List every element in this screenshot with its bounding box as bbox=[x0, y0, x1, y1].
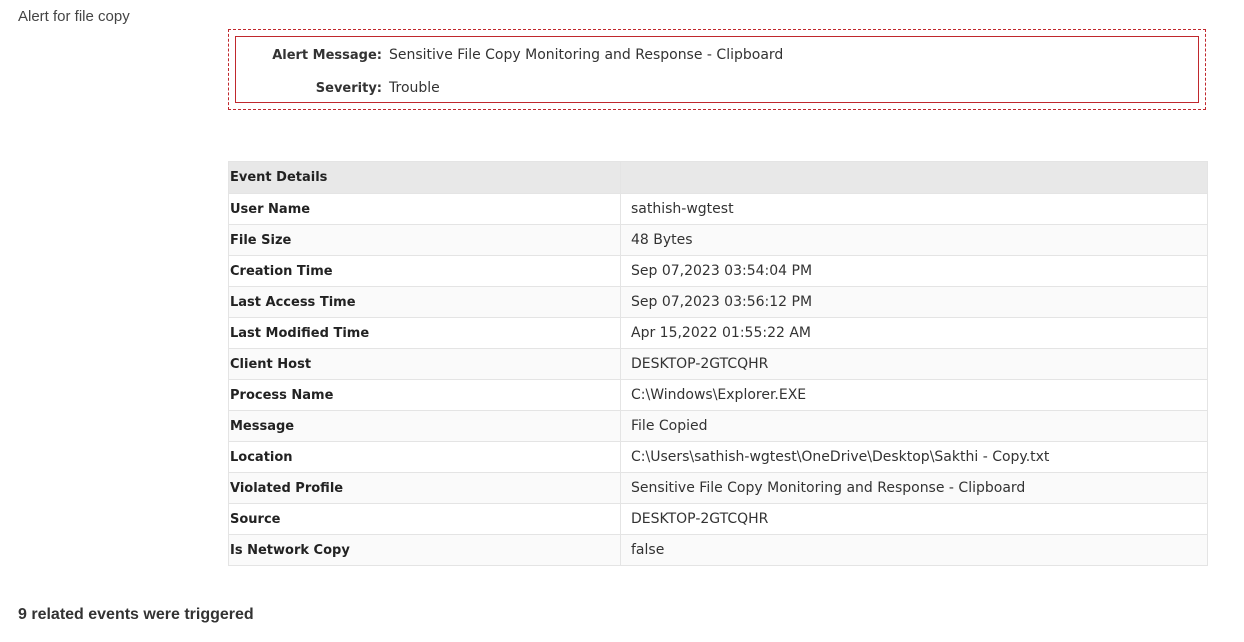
detail-key: Violated Profile bbox=[228, 472, 621, 504]
table-row: Last Access Time Sep 07,2023 03:56:12 PM bbox=[228, 286, 1208, 318]
alert-message-value: Sensitive File Copy Monitoring and Respo… bbox=[389, 47, 784, 63]
detail-key: Process Name bbox=[228, 379, 621, 411]
detail-key: Creation Time bbox=[228, 255, 621, 287]
detail-value: 48 Bytes bbox=[620, 224, 1208, 256]
event-details-table: Event Details User Name sathish-wgtest F… bbox=[228, 161, 1208, 566]
table-row: Violated Profile Sensitive File Copy Mon… bbox=[228, 472, 1208, 504]
table-row: Message File Copied bbox=[228, 410, 1208, 442]
alert-message-row: Alert Message: Sensitive File Copy Monit… bbox=[236, 45, 783, 65]
alert-message-label: Alert Message: bbox=[272, 47, 382, 63]
detail-value: Sep 07,2023 03:56:12 PM bbox=[620, 286, 1208, 318]
detail-value: Sep 07,2023 03:54:04 PM bbox=[620, 255, 1208, 287]
severity-label: Severity: bbox=[315, 80, 382, 96]
detail-key: Location bbox=[228, 441, 621, 473]
detail-key: Message bbox=[228, 410, 621, 442]
detail-key: User Name bbox=[228, 193, 621, 225]
event-details-header: Event Details bbox=[228, 161, 621, 194]
table-row: Is Network Copy false bbox=[228, 534, 1208, 566]
alert-box: Alert Message: Sensitive File Copy Monit… bbox=[228, 29, 1206, 110]
severity-value: Trouble bbox=[389, 80, 440, 96]
table-header-row: Event Details bbox=[228, 161, 1208, 194]
alert-box-inner: Alert Message: Sensitive File Copy Monit… bbox=[235, 36, 1199, 103]
table-row: Client Host DESKTOP-2GTCQHR bbox=[228, 348, 1208, 380]
event-details-header-blank bbox=[620, 161, 1208, 194]
severity-row: Severity: Trouble bbox=[236, 78, 440, 98]
detail-value: DESKTOP-2GTCQHR bbox=[620, 348, 1208, 380]
detail-value: false bbox=[620, 534, 1208, 566]
detail-key: File Size bbox=[228, 224, 621, 256]
detail-value: C:\Users\sathish-wgtest\OneDrive\Desktop… bbox=[620, 441, 1208, 473]
detail-key: Source bbox=[228, 503, 621, 535]
related-events-text: 9 related events were triggered bbox=[18, 606, 254, 623]
table-row: Creation Time Sep 07,2023 03:54:04 PM bbox=[228, 255, 1208, 287]
detail-key: Client Host bbox=[228, 348, 621, 380]
detail-value: Sensitive File Copy Monitoring and Respo… bbox=[620, 472, 1208, 504]
table-row: Location C:\Users\sathish-wgtest\OneDriv… bbox=[228, 441, 1208, 473]
detail-value: Apr 15,2022 01:55:22 AM bbox=[620, 317, 1208, 349]
page-title: Alert for file copy bbox=[18, 8, 130, 25]
detail-value: File Copied bbox=[620, 410, 1208, 442]
detail-key: Last Access Time bbox=[228, 286, 621, 318]
table-row: User Name sathish-wgtest bbox=[228, 193, 1208, 225]
detail-key: Last Modified Time bbox=[228, 317, 621, 349]
table-row: Last Modified Time Apr 15,2022 01:55:22 … bbox=[228, 317, 1208, 349]
detail-value: sathish-wgtest bbox=[620, 193, 1208, 225]
detail-key: Is Network Copy bbox=[228, 534, 621, 566]
table-row: Source DESKTOP-2GTCQHR bbox=[228, 503, 1208, 535]
table-row: File Size 48 Bytes bbox=[228, 224, 1208, 256]
detail-value: C:\Windows\Explorer.EXE bbox=[620, 379, 1208, 411]
table-row: Process Name C:\Windows\Explorer.EXE bbox=[228, 379, 1208, 411]
detail-value: DESKTOP-2GTCQHR bbox=[620, 503, 1208, 535]
